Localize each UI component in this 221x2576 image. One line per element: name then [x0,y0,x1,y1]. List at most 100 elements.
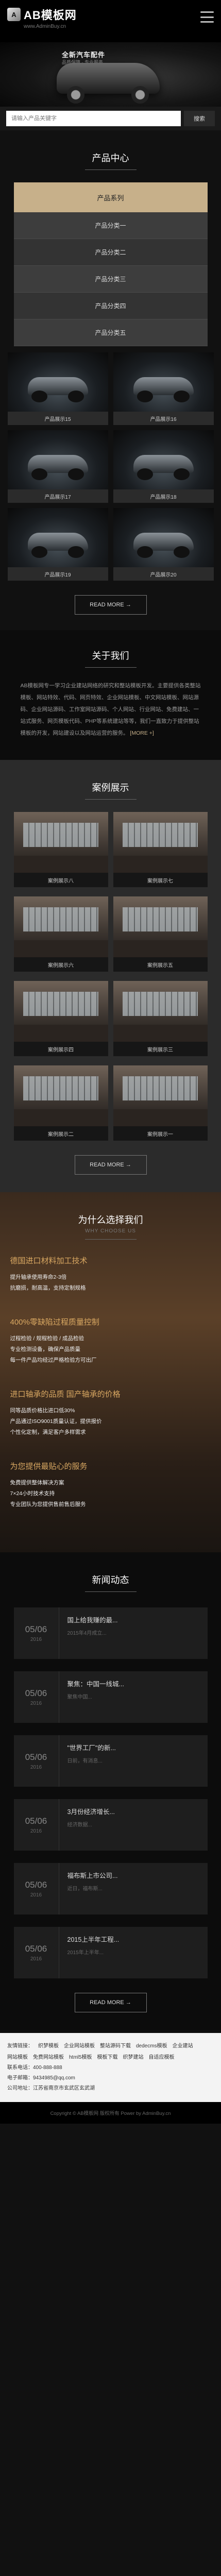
news-item-title: 福布斯上市公司... [67,1872,118,1879]
category-item[interactable]: 产品分类二 [13,239,208,266]
cases-section: 案例展示 案例展示八 案例展示七 案例展示六 案例展示五 案例展示四 案例展示三… [0,760,221,1192]
news-item-title: "世界工厂"的新... [67,1744,116,1752]
footer-link[interactable]: 网站模板 [7,2053,28,2063]
product-image [7,508,108,567]
footer-link[interactable]: 模板下载 [97,2053,117,2063]
product-card[interactable]: 产品展示18 [113,430,214,503]
footer-links: 友情链接： 织梦模板 企业网站模板 整站源码下载 dedecms模板 企业建站 … [7,2041,214,2063]
product-card[interactable]: 产品展示17 [7,430,108,503]
site-header: A AB模板网 www.AdminBuy.cn [0,0,221,42]
case-card[interactable]: 案例展示八 [13,812,108,887]
cases-title: 案例展示 [92,783,129,793]
news-item[interactable]: 05/06 2016 福布斯上市公司... 近日，福布斯... [13,1863,208,1914]
why-list: 德国进口材料加工技术 提升轴承使用寿命2-3倍 抗磨损，耐高温，支持定制规格 4… [10,1255,211,1510]
case-card[interactable]: 案例展示四 [13,981,108,1056]
case-caption: 案例展示七 [113,873,208,887]
category-item[interactable]: 产品分类四 [13,293,208,319]
news-body: 聚焦：中国一线城... 聚焦中国... [59,1671,208,1723]
title-divider [84,1591,137,1592]
why-item: 为您提供最贴心的服务 免费提供整体解决方案 7×24小时技术支持 专业团队为您提… [10,1461,211,1510]
products-section: 产品中心 产品系列 产品分类一 产品分类二 产品分类三 产品分类四 产品分类五 … [0,130,221,630]
news-year: 2016 [30,1764,42,1770]
search-button[interactable]: 搜索 [184,111,215,126]
product-caption: 产品展示15 [7,412,108,425]
news-item-desc: 聚焦中国... [67,1694,92,1700]
news-body: 3月份经济增长... 经济数据... [59,1799,208,1851]
why-line: 个性化定制，满足客户多样需求 [10,1429,86,1435]
about-more-link[interactable]: [MORE +] [130,730,154,736]
case-image [13,1065,108,1126]
footer-link[interactable]: html5模板 [69,2053,92,2063]
news-list: 05/06 2016 国上给我赚的最... 2015年4月成立... 05/06 20… [13,1607,208,1978]
news-item[interactable]: 05/06 2016 2015上半年工程... 2015年上半年... [13,1927,208,1978]
product-card[interactable]: 产品展示19 [7,508,108,581]
copyright: Copyright © AB模板网 版权所有 Power by AdminBuy… [0,2102,221,2124]
footer-link[interactable]: 织梦建站 [123,2053,143,2063]
footer-link[interactable]: 免费网站模板 [33,2053,64,2063]
case-card[interactable]: 案例展示三 [113,981,208,1056]
title-divider [84,799,137,800]
case-image [113,812,208,873]
why-line: 每一件产品均经过严格检验方可出厂 [10,1357,97,1363]
news-item[interactable]: 05/06 2016 "世界工厂"的新... 日前，有消息... [13,1735,208,1787]
case-caption: 案例展示三 [113,1042,208,1056]
why-line: 抗磨损，耐高温，支持定制规格 [10,1285,86,1291]
footer-link[interactable]: dedecms模板 [136,2041,167,2052]
products-read-more-button[interactable]: READ MORE → [74,595,147,615]
news-item-desc: 近日，福布斯... [67,1886,103,1892]
product-card[interactable]: 产品展示16 [113,352,214,425]
footer-links-label: 友情链接： [7,2043,33,2049]
footer-link[interactable]: 自适应模板 [148,2053,174,2063]
category-item[interactable]: 产品分类三 [13,266,208,293]
product-caption: 产品展示17 [7,489,108,503]
news-day: 05/06 [25,1688,47,1698]
news-item-title: 2015上半年工程... [67,1936,120,1943]
news-year: 2016 [30,1828,42,1834]
why-line: 7×24小时技术支持 [10,1490,55,1497]
footer-link[interactable]: 整站源码下载 [100,2041,131,2052]
about-section: 关于我们 AB模板网专一学习企业建站网络的研究和整站模板开发。主要提供各类整站模… [0,630,221,760]
footer-link[interactable]: 织梦模板 [38,2041,59,2052]
category-head[interactable]: 产品系列 [13,182,208,212]
title-divider [84,667,137,668]
product-caption: 产品展示19 [7,567,108,581]
product-caption: 产品展示16 [113,412,214,425]
case-card[interactable]: 案例展示五 [113,896,208,972]
footer-link[interactable]: 企业建站 [173,2041,193,2052]
category-item[interactable]: 产品分类五 [13,319,208,346]
footer-contact-line: 公司地址：江苏省南京市玄武区玄武湖 [7,2086,95,2091]
search-input[interactable] [6,111,181,126]
logo[interactable]: A AB模板网 [7,6,214,23]
product-caption: 产品展示20 [113,567,214,581]
product-grid: 产品展示15 产品展示16 产品展示17 产品展示18 产品展示19 产品展示2… [7,352,214,581]
news-item-desc: 经济数据... [67,1822,92,1828]
why-section: 为什么选择我们 WHY CHOOSE US 德国进口材料加工技术 提升轴承使用寿… [0,1192,221,1552]
product-caption: 产品展示18 [113,489,214,503]
product-card[interactable]: 产品展示15 [7,352,108,425]
about-title: 关于我们 [92,651,129,661]
news-body: 国上给我赚的最... 2015年4月成立... [59,1607,208,1659]
news-item[interactable]: 05/06 2016 聚焦：中国一线城... 聚焦中国... [13,1671,208,1723]
why-heading: 为您提供最贴心的服务 [10,1462,88,1471]
why-title: 为什么选择我们 [78,1215,143,1225]
case-image [13,812,108,873]
why-heading: 进口轴承的品质 国产轴承的价格 [10,1390,121,1399]
news-item[interactable]: 05/06 2016 3月份经济增长... 经济数据... [13,1799,208,1851]
news-date: 05/06 2016 [14,1607,59,1659]
why-line: 提升轴承使用寿命2-3倍 [10,1274,67,1280]
news-item-title: 聚焦：中国一线城... [67,1681,124,1688]
case-card[interactable]: 案例展示七 [113,812,208,887]
case-card[interactable]: 案例展示一 [113,1065,208,1141]
products-title: 产品中心 [92,153,129,163]
product-card[interactable]: 产品展示20 [113,508,214,581]
news-year: 2016 [30,1892,42,1898]
cases-read-more-button[interactable]: READ MORE → [74,1155,147,1175]
case-card[interactable]: 案例展示六 [13,896,108,972]
category-item[interactable]: 产品分类一 [13,212,208,239]
hamburger-menu-icon[interactable] [200,11,214,23]
news-item[interactable]: 05/06 2016 国上给我赚的最... 2015年4月成立... [13,1607,208,1659]
footer-link[interactable]: 企业网站模板 [64,2041,95,2052]
case-card[interactable]: 案例展示二 [13,1065,108,1141]
site-footer: 友情链接： 织梦模板 企业网站模板 整站源码下载 dedecms模板 企业建站 … [0,2033,221,2102]
news-read-more-button[interactable]: READ MORE → [74,1993,147,2012]
